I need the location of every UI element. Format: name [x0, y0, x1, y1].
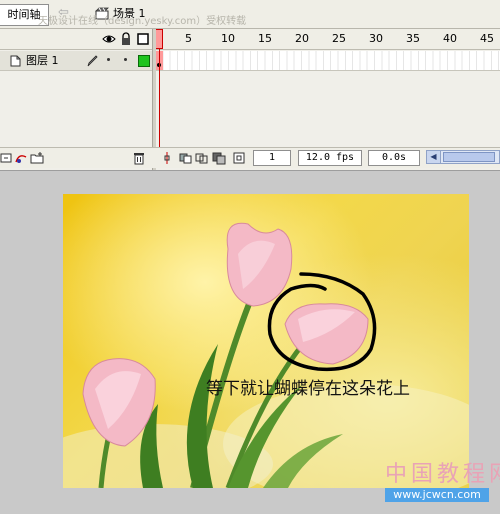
center-frame-icon[interactable]	[160, 151, 174, 165]
outline-color-swatch[interactable]	[138, 55, 150, 67]
timeline-tabbar: 时间轴 ⇦ 场景 1 天极设计在线（design.yesky.com）受权转载	[0, 0, 500, 29]
eye-icon[interactable]	[102, 32, 116, 46]
lock-dot[interactable]	[124, 58, 127, 61]
watermark-text: 天极设计在线（design.yesky.com）受权转载	[38, 16, 247, 27]
frame-ruler[interactable]: 1 5 10 15 20 25 30 35 40 45	[155, 29, 500, 50]
timeline-panel: 时间轴 ⇦ 场景 1 天极设计在线（design.yesky.com）受权转载 …	[0, 0, 500, 171]
ruler-label: 30	[369, 32, 383, 45]
playhead-line	[159, 49, 160, 147]
trash-icon[interactable]	[132, 151, 146, 165]
ruler-label: 15	[258, 32, 272, 45]
lock-icon[interactable]	[119, 32, 133, 46]
scroll-left-icon[interactable]: ◀	[427, 151, 441, 163]
onion-skin-icon[interactable]	[179, 151, 193, 165]
scroll-thumb[interactable]	[443, 152, 495, 162]
site-title: 中国教程网	[385, 462, 500, 487]
ruler-label: 40	[443, 32, 457, 45]
site-watermark: 中国教程网 www.jcwcn.com	[385, 462, 500, 506]
stage-caption: 等下就让蝴蝶停在这朵花上	[206, 379, 410, 399]
timeline-hscrollbar[interactable]: ◀	[426, 150, 500, 164]
modify-onion-markers-icon[interactable]	[232, 151, 246, 165]
layer-page-icon	[10, 55, 21, 67]
timeline-statusbar: 1 12.0 fps 0.0s ◀	[0, 147, 500, 168]
onion-skin-outlines-icon[interactable]	[195, 151, 209, 165]
ruler-label: 5	[185, 32, 192, 45]
ruler-label: 25	[332, 32, 346, 45]
layer-name[interactable]: 图层 1	[26, 54, 59, 67]
add-layer-icon[interactable]	[0, 151, 14, 165]
stage-canvas[interactable]	[63, 194, 469, 488]
frame-rate-field[interactable]: 12.0 fps	[298, 150, 362, 166]
ruler-label: 10	[221, 32, 235, 45]
layer-row[interactable]: 图层 1	[0, 51, 152, 71]
outline-icon[interactable]	[136, 32, 150, 46]
tulip-illustration	[63, 222, 469, 488]
ruler-label: 20	[295, 32, 309, 45]
add-motion-guide-icon[interactable]	[14, 151, 28, 165]
layer-header	[0, 29, 152, 50]
pencil-icon	[87, 55, 98, 67]
playhead-handle[interactable]	[155, 29, 163, 49]
elapsed-time-field: 0.0s	[368, 150, 420, 166]
edit-multiple-frames-icon[interactable]	[212, 151, 226, 165]
visibility-dot[interactable]	[107, 58, 110, 61]
frames-row[interactable]	[155, 51, 500, 71]
current-frame-field: 1	[253, 150, 291, 166]
insert-folder-icon[interactable]	[30, 151, 44, 165]
ruler-label: 35	[406, 32, 420, 45]
ruler-label: 45	[480, 32, 494, 45]
site-url: www.jcwcn.com	[385, 488, 489, 502]
